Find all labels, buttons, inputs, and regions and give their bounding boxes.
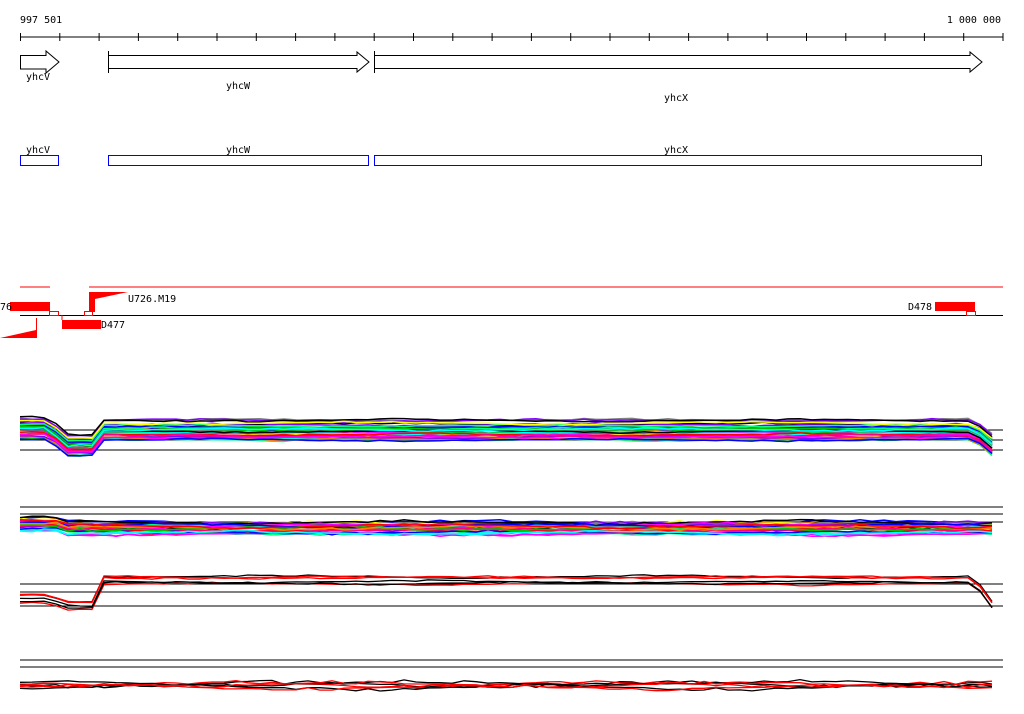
gene-arrow-yhcV[interactable] — [20, 49, 60, 75]
annotation-box-yhcX[interactable] — [374, 155, 982, 166]
feature-label-d478: D478 — [908, 302, 932, 313]
feature-label: 76 — [0, 302, 12, 313]
genome-browser-canvas: 997 501 1 000 000 yhcV yhcW yhcX yhcV yh… — [0, 15, 1004, 692]
feature-label-u726: U726.M19 — [128, 294, 176, 305]
feature-block-d477[interactable] — [62, 320, 101, 329]
annotation-label: yhcW — [226, 145, 251, 156]
feature-label-d477: D477 — [101, 320, 125, 331]
gene-label: yhcX — [664, 93, 688, 104]
annotation-box-yhcV[interactable] — [20, 155, 59, 166]
gene-label: yhcW — [226, 81, 251, 92]
gene-arrow-yhcW[interactable] — [108, 50, 370, 74]
feature-block-d478[interactable] — [935, 302, 975, 311]
expression-traces — [19, 415, 1003, 692]
feature-track: 76 D477 U726.M19 D478 — [0, 286, 1003, 338]
expression-trace — [19, 574, 993, 604]
expression-trace — [20, 580, 993, 609]
ruler-end-label: 1 000 000 — [947, 15, 1001, 26]
ruler-start-label: 997 501 — [20, 15, 62, 26]
feature-flag-left — [0, 318, 37, 338]
expression-trace — [20, 574, 993, 603]
expression-trace — [19, 575, 993, 604]
gene-arrow-yhcX[interactable] — [374, 50, 983, 74]
annotation-track: yhcV yhcW yhcX — [20, 145, 982, 166]
feature-marker — [84, 311, 93, 316]
feature-flag-u726[interactable] — [89, 292, 128, 312]
annotation-label: yhcV — [26, 145, 50, 156]
annotation-label: yhcX — [664, 145, 688, 156]
coordinate-ruler — [20, 33, 1004, 41]
annotation-box-yhcW[interactable] — [108, 155, 369, 166]
feature-block-left[interactable] — [10, 302, 50, 311]
feature-marker — [49, 311, 59, 316]
gene-label: yhcV — [26, 72, 50, 83]
gene-track: yhcV yhcW yhcX — [20, 49, 983, 104]
feature-marker — [966, 311, 976, 316]
